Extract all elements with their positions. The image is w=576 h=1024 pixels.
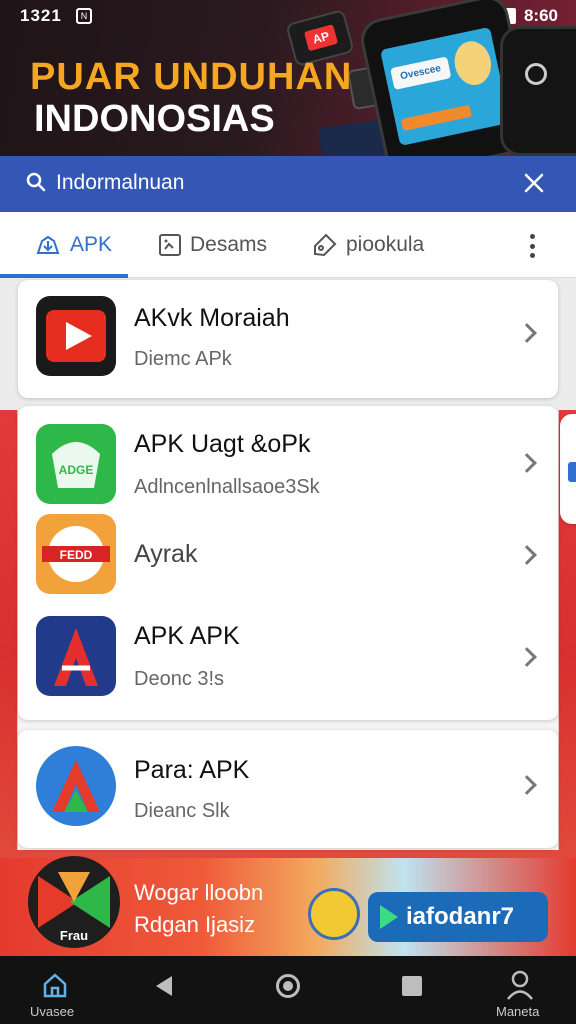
search-input[interactable]: Indormalnuan (56, 171, 184, 195)
app-card: Para: APK Dieanc Slk (18, 730, 558, 848)
battery-text: 8:60 (523, 6, 558, 25)
app-icon-bag: ADGE (36, 424, 116, 504)
search-icon[interactable] (26, 172, 46, 192)
icon-text: ADGE (59, 463, 94, 477)
coin-icon (308, 888, 360, 940)
app-subtitle: Dieanc Slk (134, 800, 230, 822)
banner-line2: Rdgan Ijasiz (134, 912, 256, 937)
tag-icon (314, 233, 337, 257)
close-icon[interactable] (522, 171, 546, 195)
list-item[interactable]: ADGE APK Uagt &oPk Adlncenlnallsaoe3Sk (18, 416, 558, 516)
app-subtitle: Deonc 3!s (134, 668, 225, 690)
app-name: Para: APK (134, 756, 250, 784)
app-name: APK APK (134, 622, 240, 650)
chevron-right-icon (517, 545, 537, 565)
nav-home[interactable]: Uvasee (28, 968, 82, 1019)
promo-banner[interactable]: Frau Wogar lloobn Rdgan Ijasiz iafodanr7 (0, 856, 576, 956)
hero-banner: 1321 N 8:60 AP Ovescee PUAR UNDUHAN INDO… (0, 0, 576, 156)
back-icon[interactable] (156, 976, 172, 996)
icon-text: FEDD (60, 548, 93, 562)
screen-badge: Ovescee (390, 56, 452, 90)
app-icon-triangle (36, 746, 116, 826)
banner-logo: Frau (28, 856, 120, 948)
phone-screen: Ovescee (380, 26, 511, 146)
home-icon (43, 973, 67, 998)
app-icon-badge: FEDD (36, 514, 116, 594)
app-name: AKvk Moraiah (134, 304, 290, 332)
app-subtitle: Adlncenlnallsaoe3Sk (134, 476, 320, 498)
search-bar[interactable]: Indormalnuan (0, 156, 576, 212)
hero-subtitle: INDONOSIAS (34, 98, 275, 140)
download-icon (36, 235, 60, 254)
device-badge: AP (303, 24, 339, 52)
tab-desams[interactable]: Desams (158, 230, 267, 260)
nav-profile[interactable]: Maneta (490, 968, 550, 1019)
profile-icon (507, 970, 533, 1000)
tab-label: piookula (346, 233, 425, 256)
chevron-right-icon (517, 453, 537, 473)
nav-home-label: Uvasee (30, 1004, 75, 1019)
list-item[interactable]: APK APK Deonc 3!s (18, 610, 558, 710)
list-item[interactable]: FEDD Ayrak (18, 510, 558, 610)
app-icon-letter-a (36, 616, 116, 696)
image-icon (159, 234, 181, 256)
avatar-illustration (450, 37, 495, 89)
floating-edge-button[interactable] (560, 414, 576, 524)
app-card: AKvk Moraiah Diemc APk (18, 280, 558, 398)
banner-button-label: iafodanr7 (406, 903, 515, 930)
notification-icon: N (76, 8, 92, 24)
app-card: ADGE APK Uagt &oPk Adlncenlnallsaoe3Sk F… (18, 406, 558, 720)
logo-text: Frau (60, 928, 88, 943)
home-circle-icon[interactable] (276, 974, 300, 998)
tab-piookula[interactable]: piookula (312, 230, 424, 260)
list-item[interactable]: AKvk Moraiah Diemc APk (18, 290, 558, 390)
status-time: 1321 (20, 6, 62, 25)
chevron-right-icon (517, 775, 537, 795)
navigation-bar: Uvasee Maneta (0, 956, 576, 1024)
active-tab-indicator (0, 274, 128, 278)
app-subtitle: Diemc APk (134, 348, 232, 370)
screen-bar (400, 104, 472, 132)
camera-icon (525, 63, 547, 85)
chevron-right-icon (517, 647, 537, 667)
nav-profile-label: Maneta (496, 1004, 540, 1019)
list-item[interactable]: Para: APK Dieanc Slk (18, 740, 558, 840)
more-options-icon[interactable] (530, 234, 536, 258)
recents-icon[interactable] (402, 976, 422, 996)
tab-apk[interactable]: APK (34, 230, 112, 260)
banner-download-button[interactable]: iafodanr7 (368, 892, 548, 942)
tab-label: Desams (190, 233, 268, 256)
hero-title: PUAR UNDUHAN (30, 56, 353, 98)
app-name: APK Uagt &oPk (134, 430, 311, 458)
tab-bar: APK Desams piookula (0, 212, 576, 278)
app-icon-video (36, 296, 116, 376)
tab-label: APK (70, 233, 113, 256)
banner-line1: Wogar lloobn (134, 880, 264, 905)
chevron-right-icon (517, 323, 537, 343)
play-store-icon (380, 905, 398, 929)
phone-illustration (500, 26, 576, 156)
app-name: Ayrak (134, 540, 198, 568)
